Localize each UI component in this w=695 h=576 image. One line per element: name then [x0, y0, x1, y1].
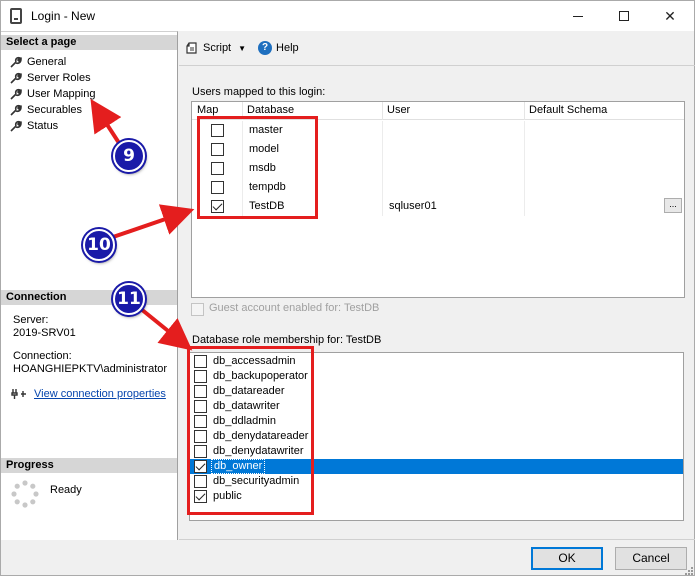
toolbar-divider: [179, 65, 695, 66]
select-page-header: Select a page: [1, 35, 177, 50]
server-value: 2019-SRV01: [13, 327, 76, 339]
nav-item-securables[interactable]: Securables: [9, 102, 95, 118]
nav-item-label: Securables: [27, 104, 83, 116]
help-icon: ?: [258, 41, 273, 55]
view-connection-properties-text[interactable]: View connection properties: [34, 388, 166, 400]
column-header-user[interactable]: User: [387, 104, 410, 116]
plug-icon: [11, 389, 26, 399]
script-icon: [186, 41, 197, 54]
nav-item-label: General: [27, 56, 67, 68]
dropdown-arrow-icon[interactable]: ▼: [238, 44, 246, 53]
maximize-button[interactable]: [601, 1, 647, 31]
cancel-button[interactable]: Cancel: [615, 547, 687, 570]
close-button[interactable]: ✕: [647, 1, 693, 31]
minimize-button[interactable]: [555, 1, 601, 31]
annotation-badge-10: 10: [83, 229, 115, 261]
annotation-badge-11: 11: [113, 283, 145, 315]
window-title: Login - New: [31, 9, 96, 23]
wrench-icon: [10, 72, 22, 84]
role-membership-label: Database role membership for: TestDB: [192, 334, 382, 346]
toolbar: Script ▼ ? Help: [179, 37, 299, 59]
nav-item-status[interactable]: Status: [9, 118, 95, 134]
connection-header: Connection: [1, 290, 177, 305]
annotation-badge-9: 9: [113, 140, 145, 172]
bottom-divider: [179, 539, 695, 540]
user-name-cell[interactable]: sqluser01: [389, 200, 437, 212]
minimize-icon: [573, 15, 583, 17]
script-button[interactable]: Script ▼: [186, 41, 246, 55]
help-button[interactable]: ? Help: [258, 41, 299, 55]
nav-item-label: Server Roles: [27, 72, 91, 84]
help-label: Help: [276, 42, 299, 54]
highlight-box-roles: [187, 346, 314, 515]
highlight-box-databases: [197, 116, 318, 219]
maximize-icon: [619, 11, 629, 21]
column-header-map[interactable]: Map: [197, 104, 218, 116]
nav-item-general[interactable]: General: [9, 54, 95, 70]
nav-item-label: User Mapping: [27, 88, 96, 100]
nav-item-label: Status: [27, 120, 59, 132]
column-header-default-schema[interactable]: Default Schema: [529, 104, 607, 116]
connection-value: HOANGHIEPKTV\administrator: [13, 363, 168, 375]
connection-label: Connection:: [13, 350, 72, 362]
close-icon: ✕: [664, 7, 676, 24]
left-panel: Select a page General Server Roles User …: [1, 31, 178, 540]
nav-item-server-roles[interactable]: Server Roles: [9, 70, 95, 86]
wrench-icon: [10, 88, 22, 100]
login-new-dialog: Login - New ✕ Select a page General Serv…: [0, 0, 695, 576]
resize-grip-icon[interactable]: [684, 566, 694, 576]
server-label: Server:: [13, 314, 49, 326]
title-bar: Login - New ✕: [1, 1, 694, 31]
progress-status: Ready: [50, 484, 82, 496]
browse-schema-button[interactable]: ...: [664, 198, 682, 213]
column-header-database[interactable]: Database: [247, 104, 294, 116]
script-label: Script: [203, 42, 232, 54]
nav-item-user-mapping[interactable]: User Mapping: [9, 86, 95, 102]
progress-header: Progress: [1, 458, 177, 473]
guest-account-checkbox[interactable]: [191, 303, 204, 316]
wrench-icon: [10, 104, 22, 116]
users-mapped-label: Users mapped to this login:: [192, 86, 326, 98]
progress-spinner-icon: [11, 480, 39, 508]
wrench-icon: [10, 56, 22, 68]
app-icon: [10, 8, 22, 24]
guest-account-label: Guest account enabled for: TestDB: [209, 302, 380, 314]
wrench-icon: [10, 120, 22, 132]
ok-button[interactable]: OK: [531, 547, 603, 570]
view-connection-properties-link[interactable]: View connection properties: [11, 387, 166, 400]
page-nav: General Server Roles User Mapping Secura…: [9, 54, 95, 134]
